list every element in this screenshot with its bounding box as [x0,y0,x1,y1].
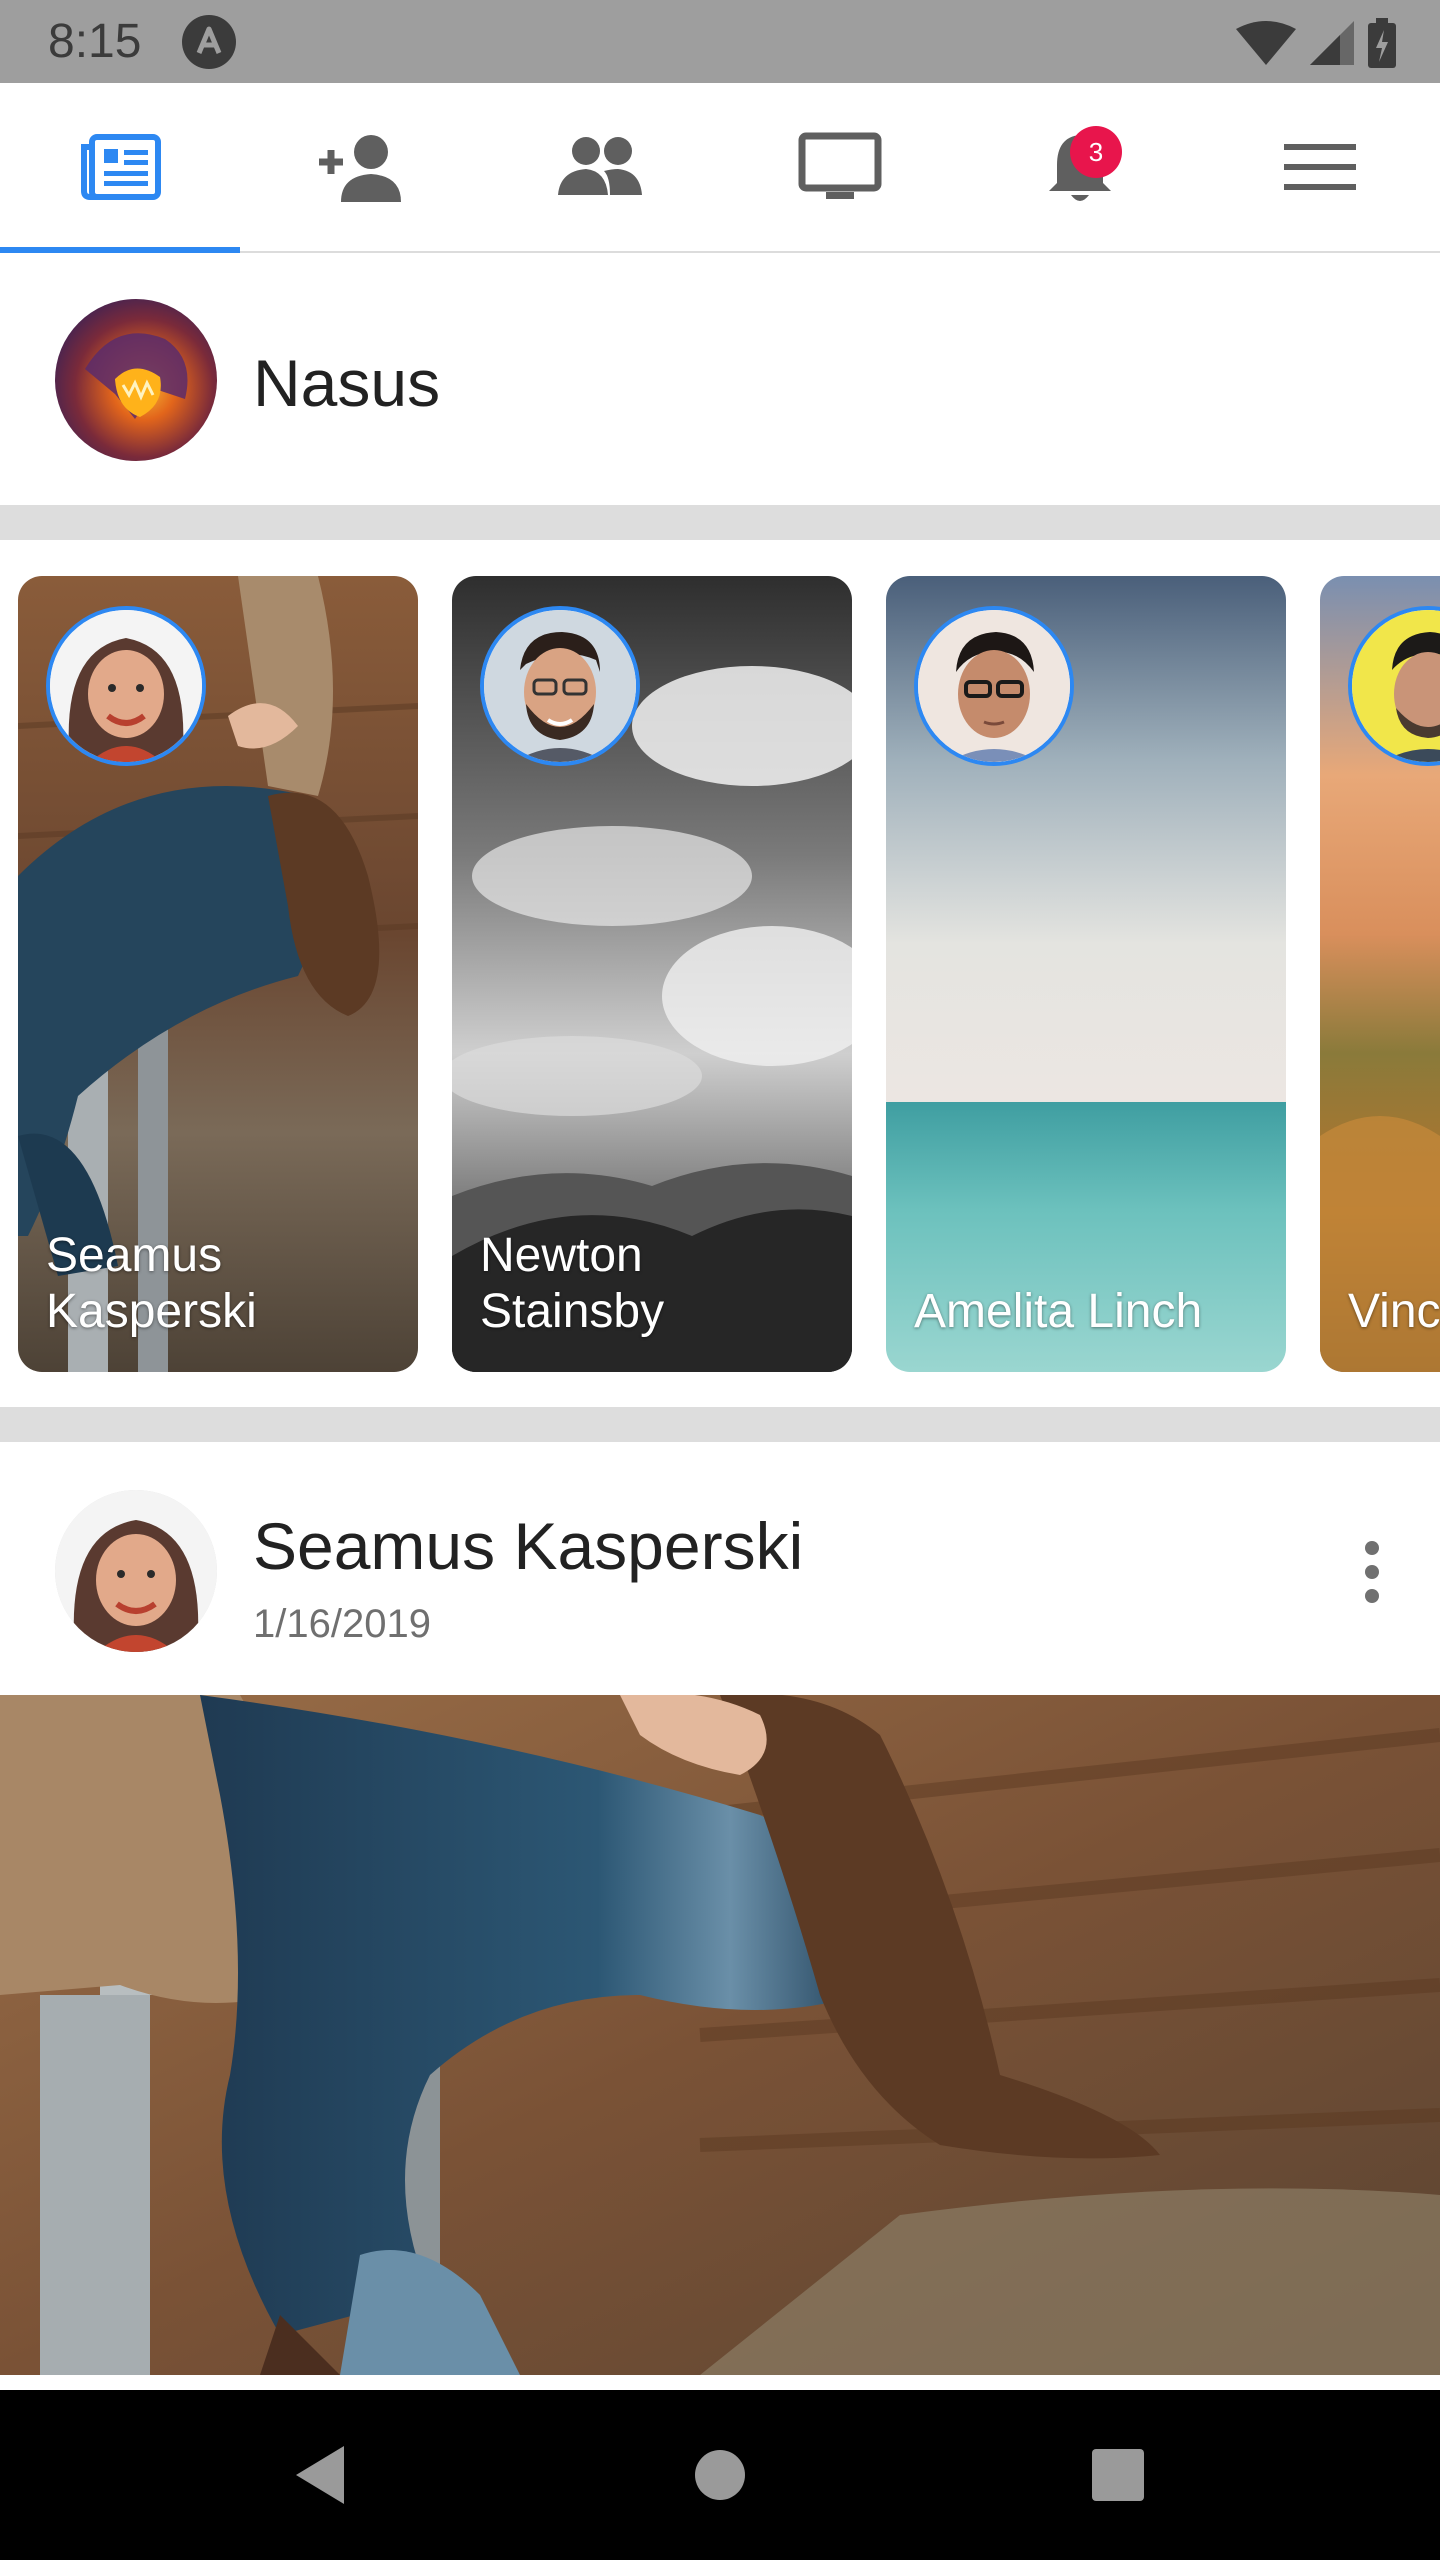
profile-header: Nasus [0,255,1440,505]
story-avatar [480,606,640,766]
post-author-avatar[interactable] [55,1490,217,1652]
story-name: Newton Stainsby [480,1229,665,1338]
top-navigation [0,83,1440,253]
home-button[interactable] [620,2390,820,2560]
tab-menu[interactable] [1200,83,1440,251]
story-card[interactable]: Vinc [1320,576,1440,1372]
post-header: Seamus Kasperski 1/16/2019 [0,1442,1440,1695]
story-name: Seamus Kasperski [46,1229,257,1338]
post-author-name[interactable]: Seamus Kasperski [253,1508,803,1584]
status-time: 8:15 [48,15,142,68]
wifi-icon [1236,21,1296,65]
story-card[interactable]: Seamus Kasperski [18,576,418,1372]
back-button[interactable] [220,2390,420,2560]
story-card[interactable]: Newton Stainsby [452,576,852,1372]
add-friend-icon [319,135,401,202]
back-icon [296,2446,344,2504]
post-image[interactable] [0,1695,1440,2375]
tab-add-friend[interactable] [240,83,480,251]
menu-icon [1284,144,1356,190]
section-divider [0,1407,1440,1442]
story-name: Vinc [1348,1285,1440,1338]
more-vertical-icon[interactable] [1342,1532,1402,1612]
news-feed-icon [81,134,161,200]
status-bar: 8:15 [0,0,1440,83]
section-divider [0,505,1440,540]
battery-icon [1368,18,1396,68]
story-avatar [46,606,206,766]
post-date: 1/16/2019 [253,1602,431,1646]
app-notification-icon [182,15,236,69]
tab-news-feed[interactable] [0,83,240,253]
home-icon [695,2450,745,2500]
profile-avatar[interactable] [55,299,217,461]
tab-friends[interactable] [480,83,720,251]
profile-name[interactable]: Nasus [253,345,440,421]
recents-icon [1092,2449,1144,2501]
watch-icon [798,132,882,199]
stories-carousel[interactable]: Seamus Kasperski Newton Stainsby Amelita… [0,540,1440,1405]
story-card[interactable]: Amelita Linch [886,576,1286,1372]
tab-watch[interactable] [720,83,960,251]
recents-button[interactable] [1018,2390,1218,2560]
system-navigation-bar [0,2390,1440,2560]
friends-icon [558,137,642,195]
story-name: Amelita Linch [914,1285,1203,1338]
status-icons [1236,18,1396,68]
story-avatar [914,606,1074,766]
notification-count-badge: 3 [1070,126,1122,178]
signal-icon [1310,21,1354,65]
